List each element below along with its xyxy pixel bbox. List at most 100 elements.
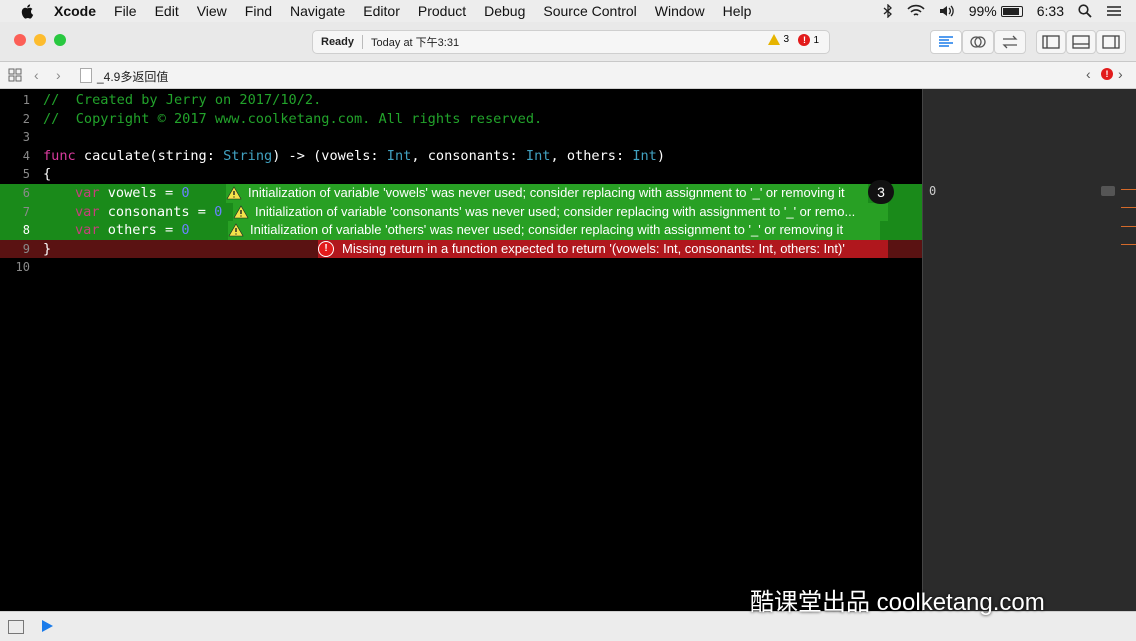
version-editor-button[interactable]	[994, 30, 1026, 54]
issue-count-badge[interactable]: 3	[868, 180, 894, 204]
warning-text: Initialization of variable 'vowels' was …	[248, 185, 845, 200]
menu-window[interactable]: Window	[655, 3, 705, 19]
result-value[interactable]: 0	[929, 184, 936, 198]
warning-message[interactable]: Initialization of variable 'consonants' …	[233, 202, 888, 222]
assistant-editor-icon	[970, 36, 986, 48]
menu-product[interactable]: Product	[418, 3, 466, 19]
version-editor-icon	[1002, 35, 1018, 49]
warning-count: 3	[783, 34, 789, 45]
build-status: Ready	[321, 36, 355, 48]
code-line-warning: 6 var vowels = 0 Initialization of varia…	[0, 184, 922, 203]
code-line: 3	[0, 128, 922, 147]
volume-icon[interactable]	[939, 4, 955, 18]
menu-app-name[interactable]: Xcode	[54, 3, 96, 19]
source-editor[interactable]: 1 // Created by Jerry on 2017/10/2. 2 //…	[0, 89, 922, 611]
type-name: Int	[632, 147, 657, 164]
menu-source-control[interactable]: Source Control	[543, 3, 636, 19]
code-line: 4 func caculate(string: String) -> (vowe…	[0, 147, 922, 166]
wifi-icon[interactable]	[907, 4, 925, 18]
activity-viewer[interactable]: Ready Today at 下午3:31 3 ! 1	[312, 30, 830, 54]
window-toolbar: Ready Today at 下午3:31 3 ! 1	[0, 22, 1136, 62]
line-number: 9	[22, 241, 30, 256]
line-number: 6	[22, 186, 30, 200]
clock[interactable]: 6:33	[1037, 3, 1064, 19]
menu-help[interactable]: Help	[723, 3, 752, 19]
code-line: 1 // Created by Jerry on 2017/10/2.	[0, 91, 922, 110]
error-message[interactable]: ! Missing return in a function expected …	[318, 239, 888, 259]
results-sidebar: 0	[922, 89, 1136, 611]
battery-status[interactable]: 99%	[969, 3, 1023, 19]
code-line: 2 // Copyright © 2017 www.coolketang.com…	[0, 110, 922, 129]
assistant-editor-button[interactable]	[962, 30, 994, 54]
error-count-badge[interactable]: ! 1	[798, 34, 819, 46]
menu-view[interactable]: View	[197, 3, 227, 19]
number-literal: 0	[181, 222, 190, 239]
notification-center-icon[interactable]	[1106, 5, 1122, 17]
apple-icon[interactable]	[20, 3, 36, 19]
zoom-window-button[interactable]	[54, 34, 66, 46]
code-text: consonants =	[99, 203, 215, 220]
var-declaration: var others = 0	[75, 221, 190, 240]
code-text: vowels =	[99, 185, 182, 201]
warning-icon	[768, 34, 781, 45]
number-literal: 0	[181, 185, 190, 201]
standard-editor-button[interactable]	[930, 30, 962, 54]
code-line-error: 9 } ! Missing return in a function expec…	[0, 239, 922, 259]
number-literal: 0	[214, 203, 223, 220]
swift-file-icon	[80, 68, 92, 83]
menu-file[interactable]: File	[114, 3, 137, 19]
code-text: , consonants:	[411, 147, 526, 164]
current-line-number: 8	[22, 223, 30, 238]
function-signature: func caculate(string: String) -> (vowels…	[43, 147, 665, 166]
warning-message[interactable]: Initialization of variable 'others' was …	[228, 221, 880, 240]
line-number: 1	[22, 93, 30, 107]
comment: // Created by Jerry on 2017/10/2.	[43, 92, 322, 108]
standard-editor-icon	[939, 36, 953, 47]
menu-edit[interactable]: Edit	[155, 3, 179, 19]
debug-area-icon	[1072, 35, 1090, 49]
code-line: 5 {	[0, 165, 922, 184]
toggle-navigator-button[interactable]	[1036, 30, 1066, 54]
toggle-utilities-button[interactable]	[1096, 30, 1126, 54]
keyword-var: var	[75, 203, 100, 220]
keyword-var: var	[75, 185, 100, 201]
error-count: 1	[813, 34, 819, 46]
quick-look-icon[interactable]	[1101, 186, 1115, 196]
keyword-var: var	[75, 222, 100, 239]
code-text: caculate(string:	[75, 147, 224, 164]
navigator-panel-icon	[1042, 35, 1060, 49]
related-items-icon[interactable]	[8, 68, 22, 82]
type-name: Int	[525, 147, 551, 164]
menu-find[interactable]: Find	[245, 3, 272, 19]
warning-text: Initialization of variable 'others' was …	[250, 222, 844, 238]
warning-count-badge[interactable]: 3	[768, 34, 789, 45]
run-playground-icon[interactable]	[42, 620, 53, 632]
toggle-debug-area-button[interactable]	[1066, 30, 1096, 54]
bluetooth-icon[interactable]	[883, 4, 893, 18]
issue-error-icon[interactable]: !	[1101, 68, 1113, 80]
error-icon: !	[798, 34, 811, 46]
previous-issue-icon[interactable]: ‹	[1086, 66, 1091, 82]
spotlight-search-icon[interactable]	[1078, 4, 1092, 18]
next-issue-icon[interactable]: ›	[1118, 66, 1123, 82]
close-window-button[interactable]	[14, 34, 26, 46]
code-text: others =	[99, 222, 182, 239]
battery-icon	[1000, 5, 1023, 17]
menu-debug[interactable]: Debug	[484, 3, 525, 19]
scroll-marker	[1121, 226, 1136, 227]
minimize-window-button[interactable]	[34, 34, 46, 46]
code-line-warning: 7 var consonants = 0 Initialization of v…	[0, 202, 922, 222]
breadcrumb-file[interactable]: _4.9多返回值	[97, 68, 168, 85]
line-number: 2	[22, 111, 30, 126]
menu-editor[interactable]: Editor	[363, 3, 400, 19]
hide-debug-area-icon[interactable]	[8, 620, 24, 634]
watermark: 酷课堂出品 coolketang.com	[750, 589, 1045, 616]
var-declaration: var consonants = 0	[75, 203, 222, 222]
line-number: 5	[22, 167, 30, 182]
warning-message[interactable]: Initialization of variable 'vowels' was …	[226, 184, 868, 203]
code-text: ) -> (vowels:	[272, 147, 387, 164]
type-name: Int	[386, 147, 412, 164]
forward-arrow-icon[interactable]: ›	[56, 67, 61, 83]
back-arrow-icon[interactable]: ‹	[34, 67, 39, 83]
menu-navigate[interactable]: Navigate	[290, 3, 345, 19]
